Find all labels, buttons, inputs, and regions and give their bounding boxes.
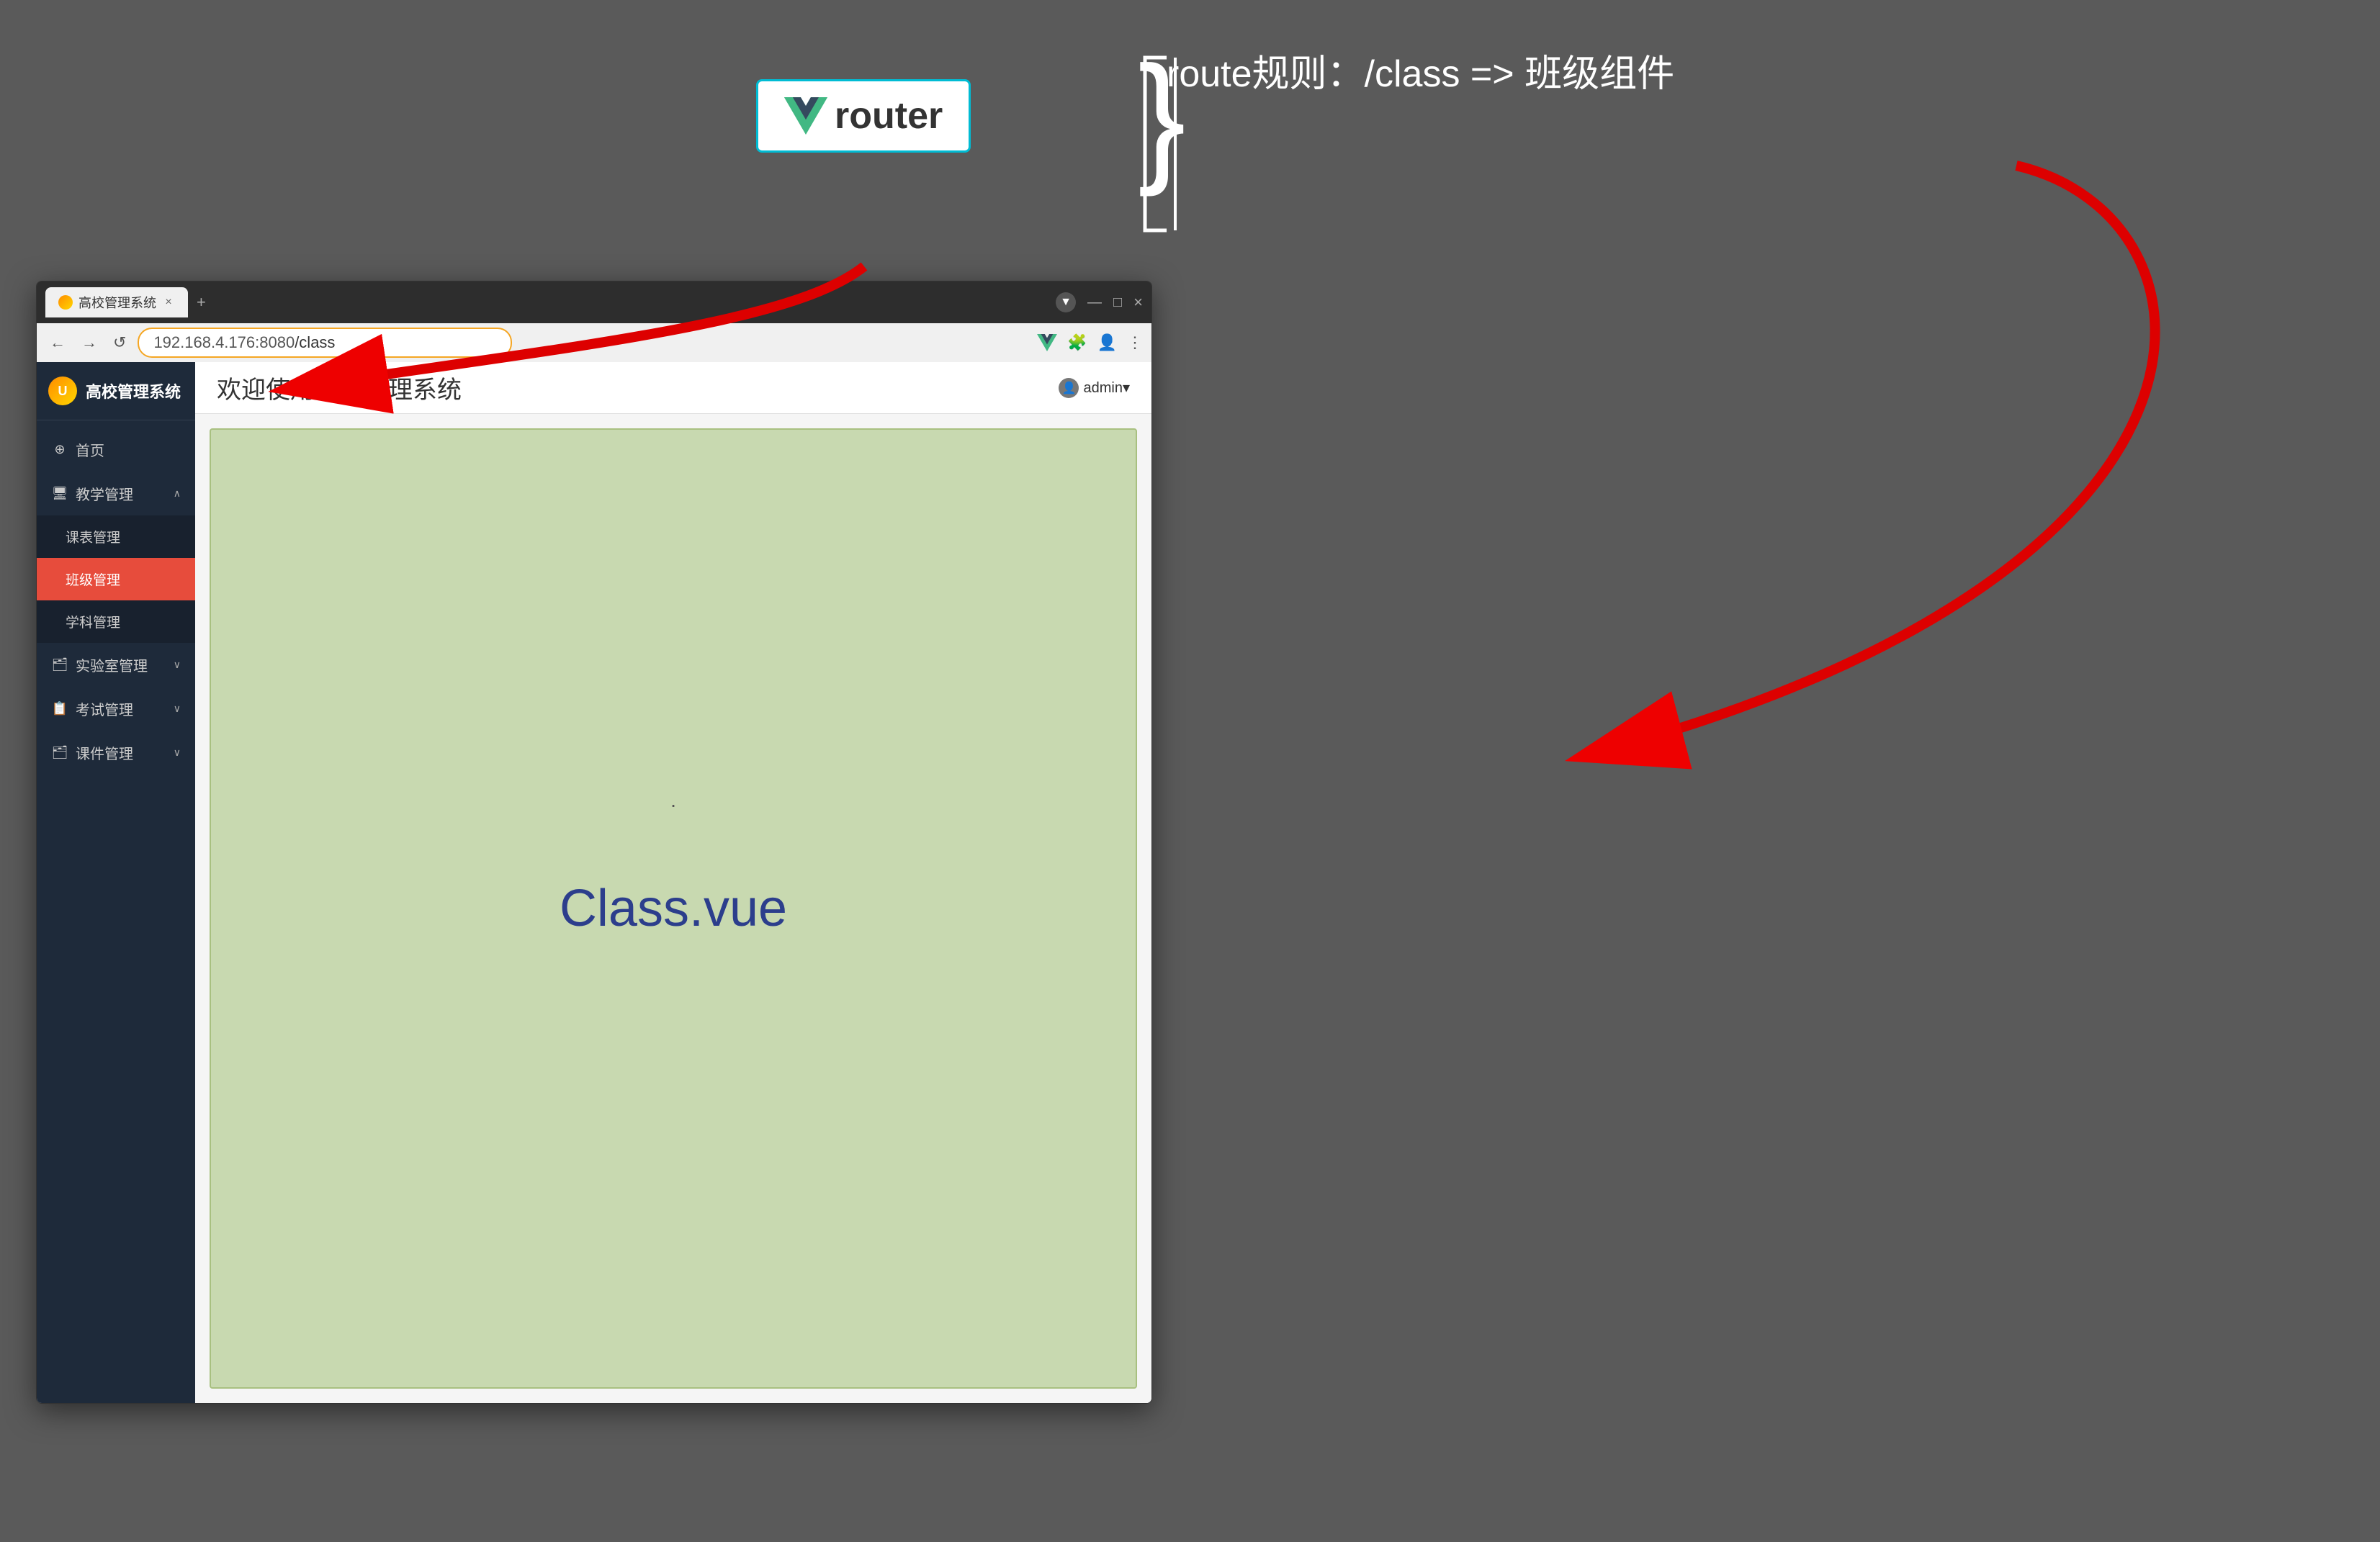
close-button[interactable]: × bbox=[1133, 293, 1143, 312]
reload-button[interactable]: ↺ bbox=[109, 330, 130, 355]
teaching-submenu: 课表管理 班级管理 学科管理 bbox=[37, 515, 195, 643]
admin-label: admin▾ bbox=[1083, 379, 1130, 397]
teaching-icon: 🖥 bbox=[51, 486, 68, 501]
browser-window: 高校管理系统 × + ▼ — □ × ← → ↺ 192.168.4.176:8… bbox=[36, 281, 1152, 1404]
window-controls: ▼ — □ × bbox=[1056, 292, 1143, 312]
extensions-icon[interactable]: 🧩 bbox=[1067, 333, 1087, 352]
vue-toolbar-icon bbox=[1037, 334, 1057, 351]
admin-avatar: 👤 bbox=[1059, 378, 1079, 398]
sidebar-item-courseware[interactable]: 🗂 课件管理 ∨ bbox=[37, 731, 195, 775]
router-text: router bbox=[835, 94, 943, 137]
browser-chrome: 高校管理系统 × + ▼ — □ × bbox=[37, 281, 1151, 323]
subject-label: 学科管理 bbox=[66, 612, 181, 631]
address-bar[interactable]: 192.168.4.176:8080 /class bbox=[138, 328, 512, 358]
lab-label: 实验室管理 bbox=[76, 654, 166, 675]
exam-icon: 📋 bbox=[51, 701, 68, 716]
sidebar: U 高校管理系统 ⊕ 首页 🖥 教学管理 ∧ 课表管理 bbox=[37, 362, 195, 1403]
browser-toolbar-right: 🧩 👤 ⋮ bbox=[1037, 333, 1143, 352]
lab-icon: 🗂 bbox=[51, 657, 68, 672]
logo-icon: U bbox=[48, 377, 77, 405]
teaching-label: 教学管理 bbox=[76, 483, 166, 504]
tab-bar: 高校管理系统 × + bbox=[45, 287, 1050, 317]
home-label: 首页 bbox=[76, 439, 181, 460]
courseware-arrow: ∨ bbox=[174, 747, 181, 759]
back-button[interactable]: ← bbox=[45, 330, 70, 355]
class-component-area: · Class.vue bbox=[210, 428, 1137, 1389]
sidebar-menu: ⊕ 首页 🖥 教学管理 ∧ 课表管理 班级管理 bbox=[37, 420, 195, 782]
class-dot: · bbox=[670, 793, 676, 816]
sidebar-item-coursetable[interactable]: 课表管理 bbox=[37, 515, 195, 558]
address-path: /class bbox=[295, 333, 335, 352]
sidebar-item-home[interactable]: ⊕ 首页 bbox=[37, 428, 195, 472]
app-content: U 高校管理系统 ⊕ 首页 🖥 教学管理 ∧ 课表管理 bbox=[37, 362, 1151, 1403]
user-icon[interactable]: 👤 bbox=[1097, 333, 1117, 352]
class-vue-label: Class.vue bbox=[560, 879, 787, 938]
main-content: 欢迎使用高校管理系统 👤 admin▾ · Class.vue bbox=[195, 362, 1151, 1403]
exam-arrow: ∨ bbox=[174, 703, 181, 715]
courseware-icon: 🗂 bbox=[51, 745, 68, 760]
browser-tab[interactable]: 高校管理系统 × bbox=[45, 287, 188, 317]
courseware-label: 课件管理 bbox=[76, 742, 166, 763]
class-label: 班级管理 bbox=[66, 569, 181, 589]
menu-icon[interactable]: ⋮ bbox=[1127, 333, 1143, 352]
minimize-button[interactable]: — bbox=[1087, 294, 1102, 311]
sidebar-app-title: 高校管理系统 bbox=[86, 379, 181, 402]
admin-button[interactable]: 👤 admin▾ bbox=[1059, 378, 1130, 398]
lab-arrow: ∨ bbox=[174, 659, 181, 671]
tab-close-button[interactable]: × bbox=[162, 296, 175, 309]
sidebar-item-teaching[interactable]: 🖥 教学管理 ∧ bbox=[37, 472, 195, 515]
sidebar-logo: U 高校管理系统 bbox=[37, 362, 195, 420]
main-header: 欢迎使用高校管理系统 👤 admin▾ bbox=[195, 362, 1151, 414]
sidebar-item-class[interactable]: 班级管理 bbox=[37, 558, 195, 600]
download-icon: ▼ bbox=[1056, 292, 1076, 312]
teaching-arrow: ∧ bbox=[174, 487, 181, 500]
address-bar-row: ← → ↺ 192.168.4.176:8080 /class 🧩 👤 ⋮ bbox=[37, 323, 1151, 362]
page-title: 欢迎使用高校管理系统 bbox=[217, 370, 462, 405]
address-domain: 192.168.4.176:8080 bbox=[153, 333, 295, 352]
sidebar-item-subject[interactable]: 学科管理 bbox=[37, 600, 195, 643]
router-badge: router bbox=[756, 79, 971, 153]
sidebar-item-lab[interactable]: 🗂 实验室管理 ∨ bbox=[37, 643, 195, 687]
forward-button[interactable]: → bbox=[77, 330, 102, 355]
tab-favicon bbox=[58, 295, 73, 310]
tab-title: 高校管理系统 bbox=[78, 293, 156, 312]
new-tab-button[interactable]: + bbox=[191, 290, 212, 315]
coursetable-label: 课表管理 bbox=[66, 527, 181, 546]
maximize-button[interactable]: □ bbox=[1113, 294, 1122, 311]
exam-label: 考试管理 bbox=[76, 698, 166, 719]
sidebar-item-exam[interactable]: 📋 考试管理 ∨ bbox=[37, 687, 195, 731]
route-rule-text: route规则：/class => 班级组件 bbox=[1167, 43, 1674, 97]
home-icon: ⊕ bbox=[51, 442, 68, 457]
